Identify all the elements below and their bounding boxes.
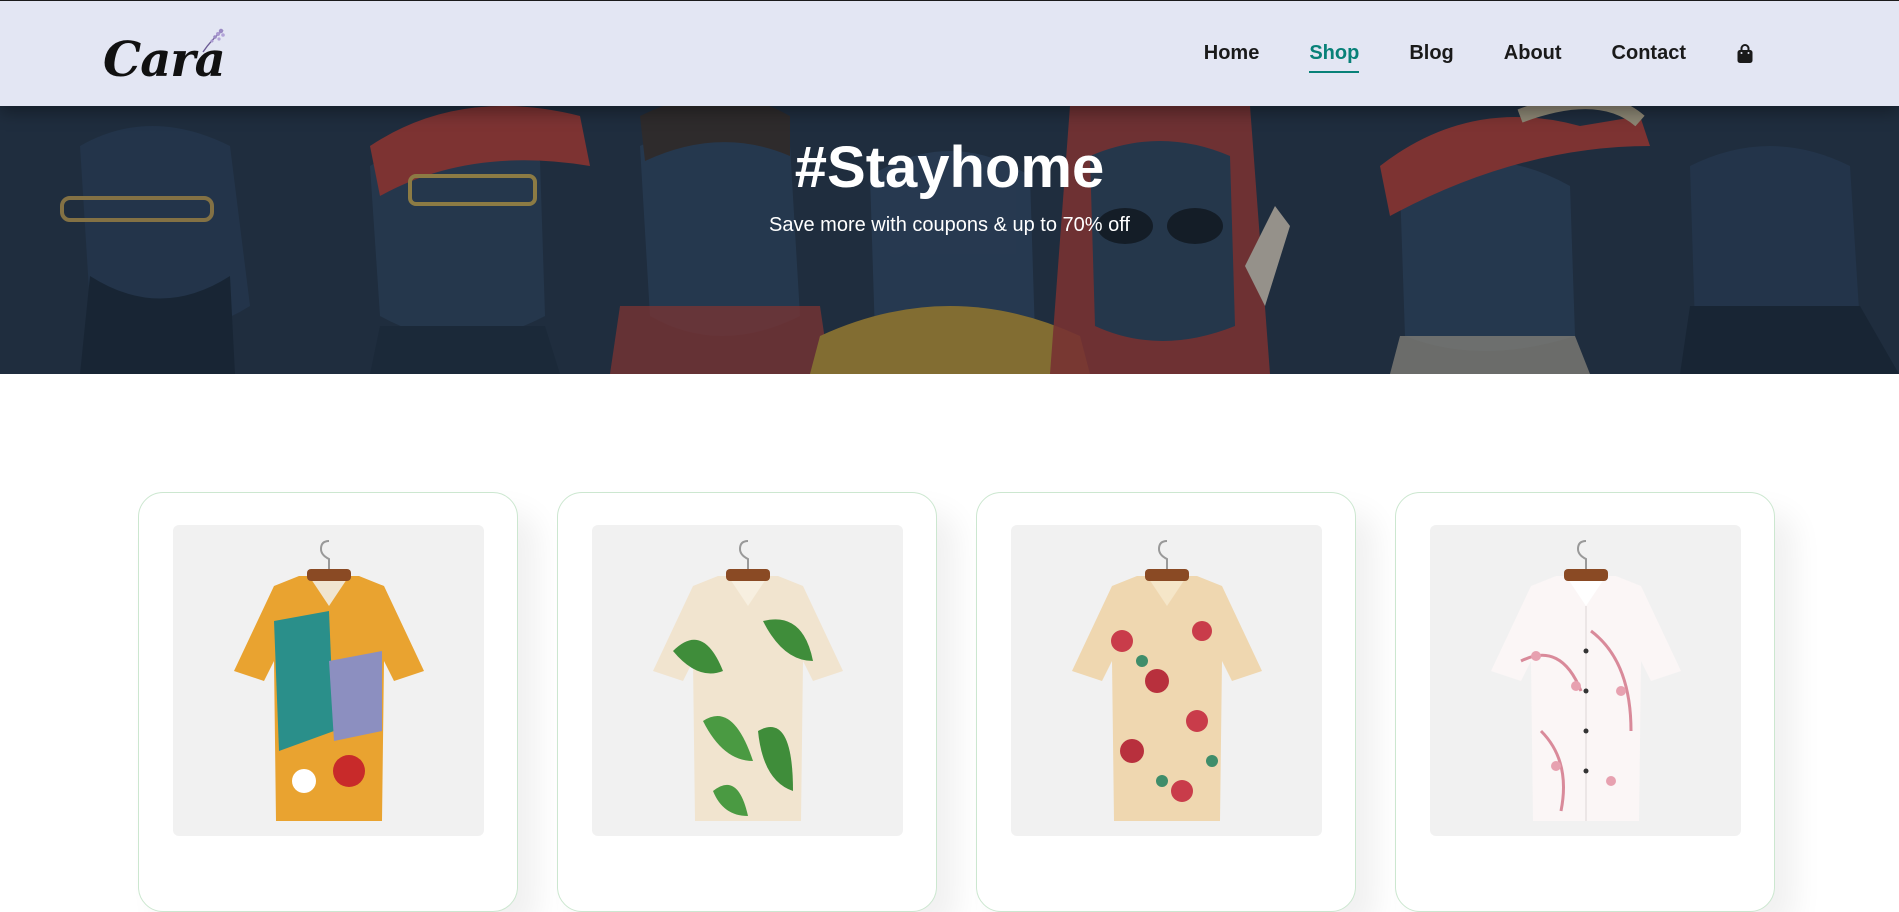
nav-home[interactable]: Home (1204, 38, 1260, 69)
main-nav: Home Shop Blog About Contact (1154, 38, 1754, 73)
nav-contact[interactable]: Contact (1612, 38, 1686, 69)
nav-shop[interactable]: Shop (1309, 38, 1360, 73)
lavender-sprig-icon (202, 28, 225, 52)
site-header: Cara Home Shop Blog About Contact (0, 0, 1899, 106)
nav-about[interactable]: About (1504, 38, 1562, 69)
product-image-pink-blossom-white-shirt[interactable] (1430, 525, 1741, 836)
hero-subtitle: Save more with coupons & up to 70% off (769, 213, 1130, 236)
product-image-green-leaf-floral-print-shirt[interactable] (592, 525, 903, 836)
logo[interactable]: Cara (103, 24, 226, 84)
product-card[interactable] (138, 492, 518, 912)
product-card[interactable] (976, 492, 1356, 912)
shopping-bag-icon[interactable] (1736, 43, 1754, 64)
product-card[interactable] (1395, 492, 1775, 912)
product-image-colorful-abstract-print-shirt[interactable] (173, 525, 484, 836)
product-image-red-floral-cream-shirt[interactable] (1011, 525, 1322, 836)
hero-title: #Stayhome (794, 135, 1105, 200)
nav-blog[interactable]: Blog (1409, 38, 1453, 69)
hero-banner: #Stayhome Save more with coupons & up to… (0, 106, 1899, 374)
product-list (138, 492, 1775, 912)
product-card[interactable] (557, 492, 937, 912)
